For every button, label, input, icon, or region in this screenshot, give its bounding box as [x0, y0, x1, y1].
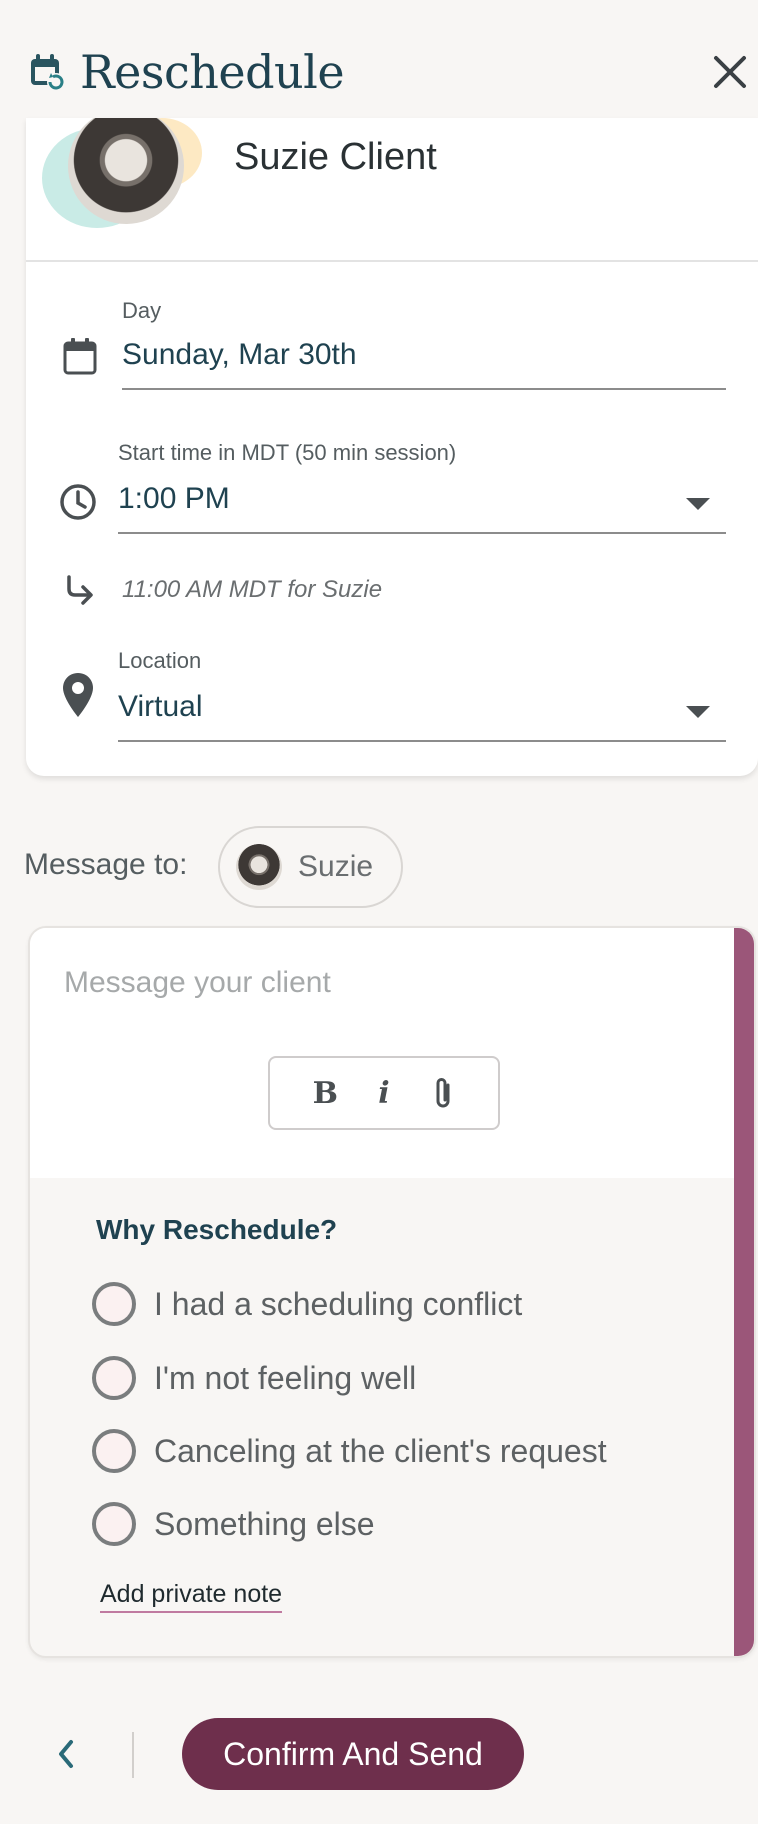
radio-button[interactable]	[92, 1356, 136, 1400]
recipient-name: Suzie	[298, 850, 374, 883]
client-local-time: 11:00 AM MDT for Suzie	[122, 576, 383, 603]
day-field[interactable]: Sunday, Mar 30th	[122, 338, 357, 372]
calendar-refresh-icon	[28, 52, 68, 92]
radio-button[interactable]	[92, 1429, 136, 1473]
location-pin-icon	[60, 670, 96, 720]
start-time-underline	[118, 532, 726, 534]
location-dropdown-icon[interactable]	[686, 706, 710, 718]
radio-button[interactable]	[92, 1282, 136, 1326]
confirm-and-send-button[interactable]: Confirm And Send	[182, 1718, 524, 1790]
avatar	[42, 118, 212, 228]
attach-button[interactable]	[423, 1073, 463, 1113]
location-label: Location	[118, 648, 202, 673]
appointment-card: Suzie Client Day Sunday, Mar 30th Start …	[26, 118, 758, 776]
clock-icon	[58, 482, 98, 522]
reschedule-reason-title: Why Reschedule?	[96, 1214, 338, 1245]
day-label: Day	[122, 298, 162, 323]
radio-button[interactable]	[92, 1502, 136, 1546]
reason-option[interactable]: Something else	[92, 1500, 375, 1548]
client-header: Suzie Client	[26, 118, 758, 262]
add-private-note-link[interactable]: Add private note	[100, 1580, 283, 1613]
start-time-select[interactable]: 1:00 PM	[118, 482, 230, 516]
calendar-icon	[62, 336, 98, 376]
paperclip-icon	[436, 1078, 450, 1108]
reason-label: I had a scheduling conflict	[154, 1285, 523, 1322]
recipient-avatar	[236, 844, 282, 890]
recipient-chip[interactable]: Suzie	[218, 826, 403, 908]
footer-divider	[132, 1732, 134, 1778]
close-button[interactable]	[710, 52, 750, 92]
reason-option[interactable]: Canceling at the client's request	[92, 1427, 607, 1475]
message-input[interactable]: Message your client B i	[30, 928, 734, 1178]
back-button[interactable]	[46, 1730, 86, 1778]
start-time-label: Start time in MDT (50 min session)	[118, 440, 457, 465]
start-time-dropdown-icon[interactable]	[686, 498, 710, 510]
message-to-label: Message to:	[24, 848, 188, 881]
client-name: Suzie Client	[234, 136, 437, 178]
header: Reschedule	[0, 0, 758, 118]
italic-button[interactable]: i	[364, 1073, 404, 1113]
format-toolbar: B i	[268, 1056, 500, 1130]
reason-option[interactable]: I had a scheduling conflict	[92, 1280, 522, 1328]
arrow-turn-icon	[62, 572, 98, 608]
day-underline	[122, 388, 726, 390]
reason-label: Canceling at the client's request	[154, 1432, 607, 1469]
accent-bar	[734, 928, 754, 1656]
header-title-group: Reschedule	[28, 44, 345, 100]
bold-button[interactable]: B	[305, 1073, 345, 1113]
page-title: Reschedule	[80, 45, 345, 99]
reason-option[interactable]: I'm not feeling well	[92, 1354, 416, 1402]
client-photo	[68, 118, 184, 224]
message-composer: Message your client B i Why Reschedule? …	[28, 926, 756, 1658]
close-icon	[714, 56, 746, 88]
location-underline	[118, 740, 726, 742]
message-placeholder: Message your client	[64, 966, 331, 999]
location-select[interactable]: Virtual	[118, 690, 203, 724]
chevron-left-icon	[59, 1740, 73, 1768]
reason-label: I'm not feeling well	[154, 1359, 417, 1396]
reason-label: Something else	[154, 1505, 375, 1542]
